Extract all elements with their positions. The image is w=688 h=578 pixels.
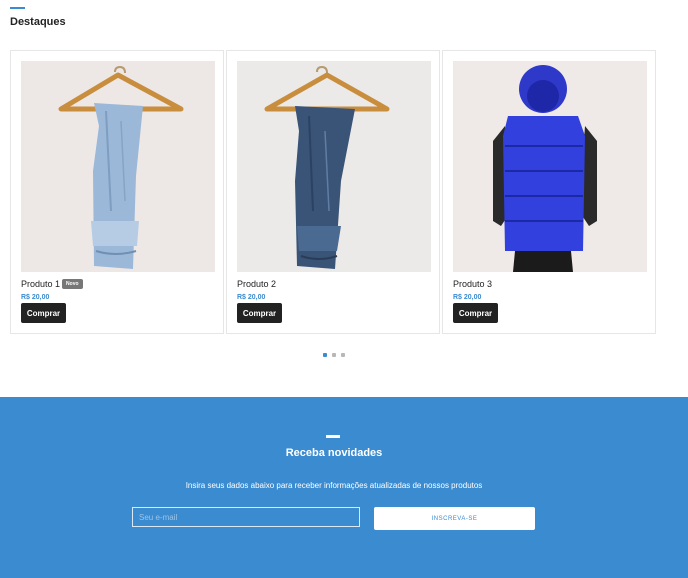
newsletter-description: Insira seus dados abaixo para receber in…: [185, 481, 483, 490]
product-card[interactable]: Produto 1 Novo R$ 20,00 Comprar: [10, 50, 224, 334]
buy-button[interactable]: Comprar: [237, 303, 282, 323]
section-title: Destaques: [10, 16, 66, 28]
newsletter-section: Receba novidades Insira seus dados abaix…: [0, 397, 688, 578]
product-card[interactable]: Produto 3 R$ 20,00 Comprar: [442, 50, 656, 334]
product-image[interactable]: [453, 61, 647, 272]
product-name-row[interactable]: Produto 1 Novo: [21, 279, 83, 289]
newsletter-accent-bar: [326, 435, 340, 438]
carousel-dot[interactable]: [341, 353, 345, 357]
product-image[interactable]: [21, 61, 215, 272]
product-name[interactable]: Produto 2: [237, 279, 276, 289]
product-name-row[interactable]: Produto 3: [453, 279, 492, 289]
product-image[interactable]: [237, 61, 431, 272]
section-accent-bar: [10, 7, 25, 9]
product-card[interactable]: Produto 2 R$ 20,00 Comprar: [226, 50, 440, 334]
product-name[interactable]: Produto 3: [453, 279, 492, 289]
subscribe-button[interactable]: INSCREVA-SE: [374, 507, 535, 530]
product-name[interactable]: Produto 1: [21, 279, 60, 289]
product-price: R$ 20,00: [453, 294, 482, 301]
email-input[interactable]: [132, 507, 360, 527]
newsletter-title: Receba novidades: [285, 447, 383, 459]
buy-button[interactable]: Comprar: [21, 303, 66, 323]
new-badge: Novo: [62, 279, 83, 289]
carousel-dot[interactable]: [332, 353, 336, 357]
carousel-pagination: [323, 353, 350, 357]
product-price: R$ 20,00: [21, 294, 50, 301]
product-price: R$ 20,00: [237, 294, 266, 301]
product-carousel: Produto 1 Novo R$ 20,00 Comprar Produto …: [10, 50, 658, 334]
carousel-dot[interactable]: [323, 353, 327, 357]
buy-button[interactable]: Comprar: [453, 303, 498, 323]
product-name-row[interactable]: Produto 2: [237, 279, 276, 289]
